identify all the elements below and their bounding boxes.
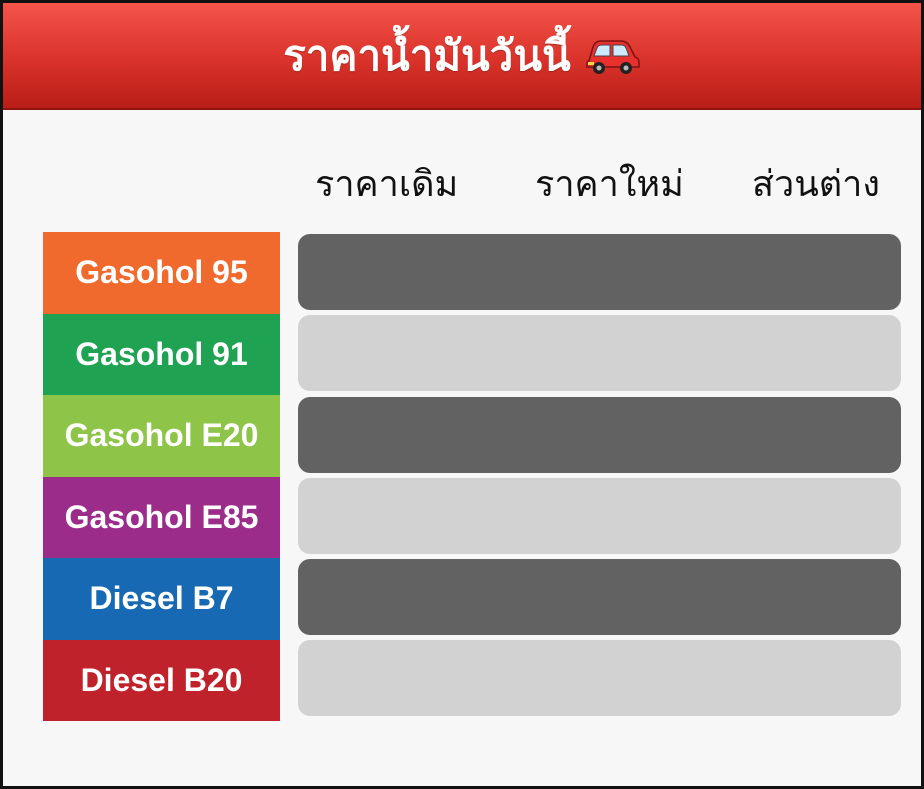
fuel-label-gasohol-91: Gasohol 91 xyxy=(43,313,280,395)
fuel-label-diesel-b7: Diesel B7 xyxy=(43,558,280,640)
price-table xyxy=(298,234,901,722)
fuel-label-gasohol-95: Gasohol 95 xyxy=(43,232,280,314)
fuel-label-gasohol-e20: Gasohol E20 xyxy=(43,395,280,477)
fuel-label-diesel-b20: Diesel B20 xyxy=(43,639,280,721)
column-header-new-price: ราคาใหม่ xyxy=(535,164,684,205)
price-row-gasohol-95 xyxy=(298,234,901,310)
fuel-price-panel: ราคาน้ำมันวันนี้ ราคาเดิม ราคาใหม่ ส่วนต… xyxy=(0,0,924,789)
fuel-label-gasohol-e85: Gasohol E85 xyxy=(43,476,280,558)
car-icon xyxy=(583,35,641,77)
page-title: ราคาน้ำมันวันนี้ xyxy=(283,30,571,80)
fuel-type-list: Gasohol 95 Gasohol 91 Gasohol E20 Gasoho… xyxy=(43,232,280,721)
price-row-gasohol-e85 xyxy=(298,477,901,554)
price-row-gasohol-91 xyxy=(298,315,901,392)
price-row-gasohol-e20 xyxy=(298,396,901,473)
price-row-diesel-b7 xyxy=(298,559,901,636)
price-row-diesel-b20 xyxy=(298,640,901,717)
column-header-difference: ส่วนต่าง xyxy=(752,164,880,205)
header-bar: ราคาน้ำมันวันนี้ xyxy=(3,3,921,110)
column-header-old-price: ราคาเดิม xyxy=(315,164,459,205)
